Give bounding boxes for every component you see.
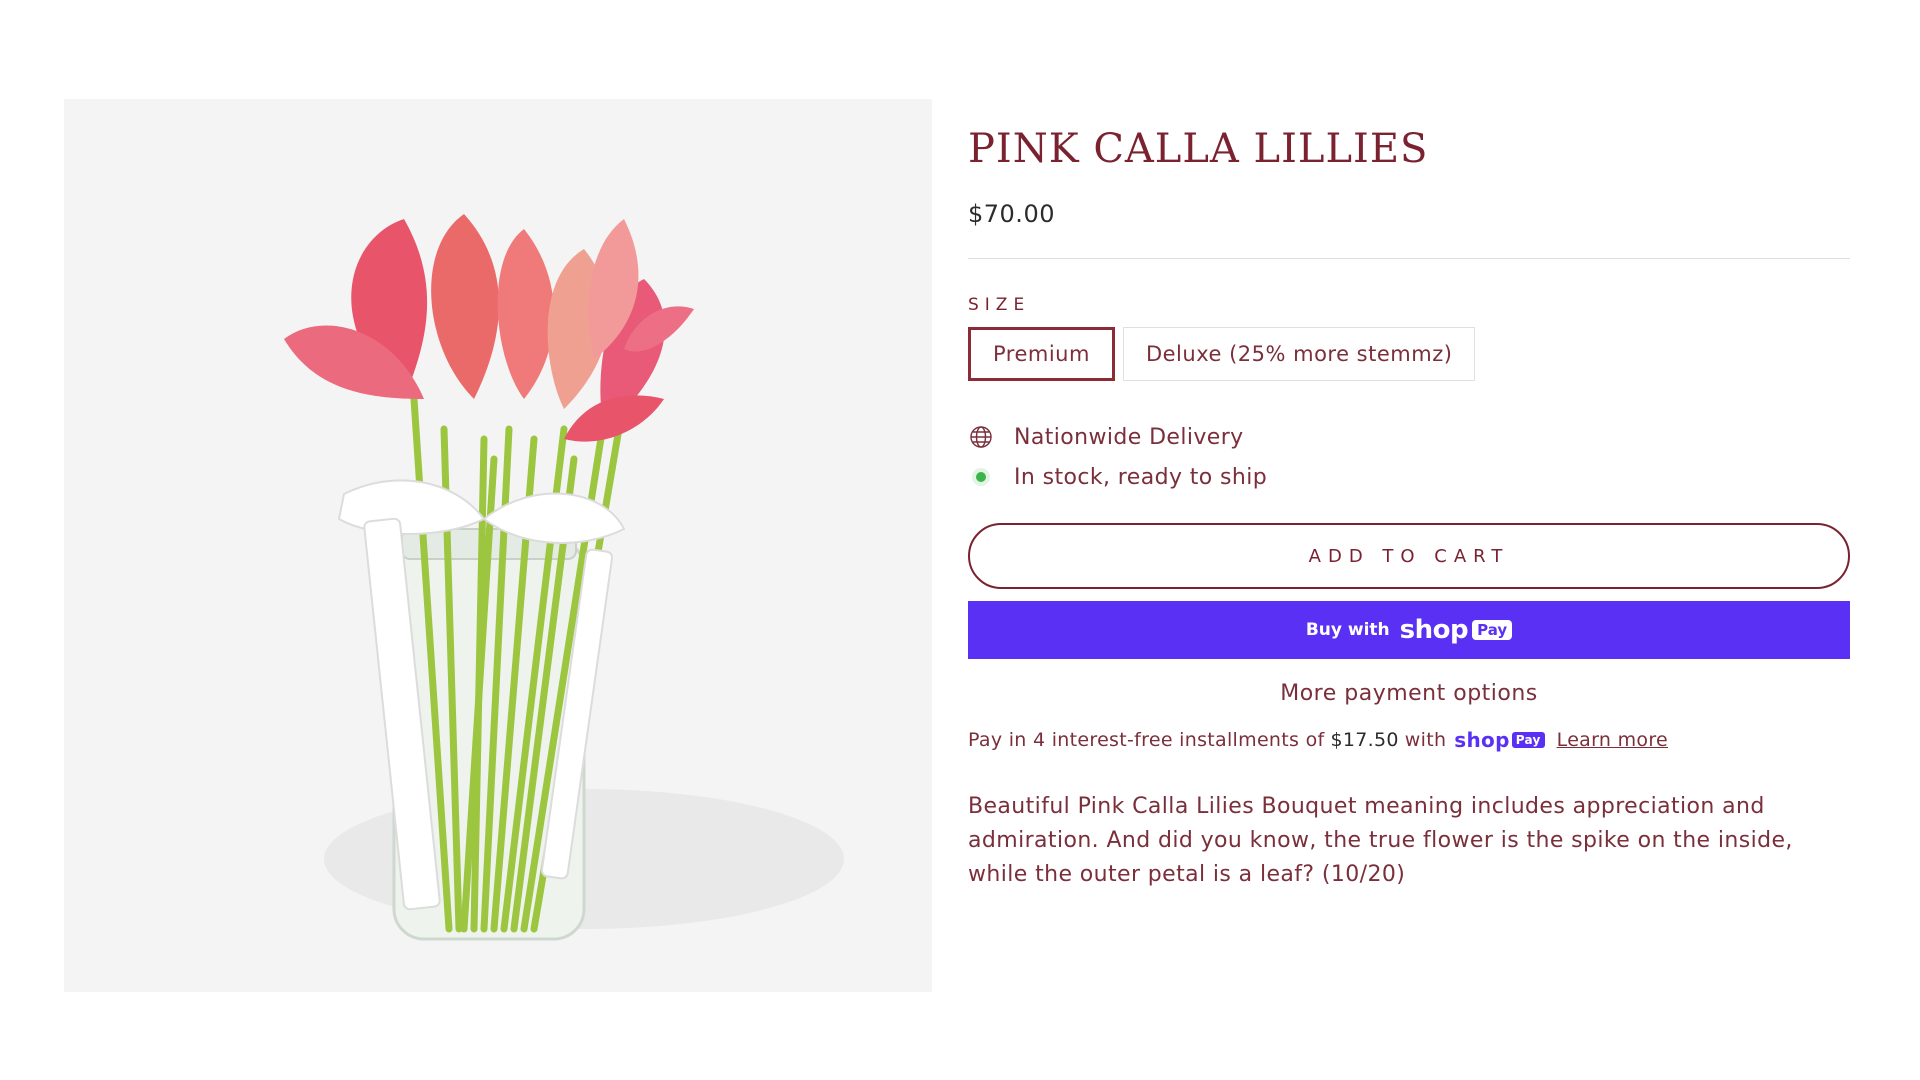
installments-prefix: Pay in 4 interest-free installments of bbox=[968, 729, 1325, 751]
shop-pay-prefix: Buy with bbox=[1305, 620, 1390, 640]
stock-row: In stock, ready to ship bbox=[968, 457, 1850, 497]
shop-pay-logo: shop bbox=[1399, 615, 1469, 645]
shop-pay-pill: Pay bbox=[1472, 620, 1513, 640]
installments-amount: $17.50 bbox=[1330, 729, 1399, 751]
product-price: $70.00 bbox=[968, 200, 1055, 228]
shop-pay-inline-logo: shop bbox=[1454, 728, 1510, 752]
product-info: PINK CALLA LILLIES $70.00 SIZE Premium D… bbox=[968, 120, 1850, 914]
delivery-row: Nationwide Delivery bbox=[968, 417, 1850, 457]
installments-with: with bbox=[1404, 729, 1447, 751]
product-title: PINK CALLA LILLIES bbox=[968, 126, 1429, 172]
size-option-deluxe[interactable]: Deluxe (25% more stemmz) bbox=[1122, 327, 1476, 381]
size-label: SIZE bbox=[968, 295, 1031, 315]
availability-info: Nationwide Delivery In stock, ready to s… bbox=[968, 417, 1850, 497]
delivery-text: Nationwide Delivery bbox=[1014, 424, 1244, 450]
size-option-premium[interactable]: Premium bbox=[968, 327, 1115, 381]
in-stock-dot-icon bbox=[968, 464, 994, 490]
installments-note: Pay in 4 interest-free installments of $… bbox=[968, 728, 1850, 752]
product-description: Beautiful Pink Calla Lilies Bouquet mean… bbox=[968, 794, 1793, 887]
learn-more-link[interactable]: Learn more bbox=[1557, 729, 1668, 751]
size-options: Premium Deluxe (25% more stemmz) bbox=[968, 327, 1850, 381]
product-image[interactable] bbox=[64, 99, 932, 992]
divider bbox=[968, 258, 1850, 259]
globe-icon bbox=[968, 424, 994, 450]
stock-text: In stock, ready to ship bbox=[1014, 464, 1268, 490]
more-payment-options-link[interactable]: More payment options bbox=[968, 681, 1850, 706]
shop-pay-inline-pill: Pay bbox=[1511, 732, 1545, 748]
add-to-cart-button[interactable]: ADD TO CART bbox=[968, 523, 1850, 589]
shop-pay-button[interactable]: Buy with shop Pay bbox=[968, 601, 1850, 659]
